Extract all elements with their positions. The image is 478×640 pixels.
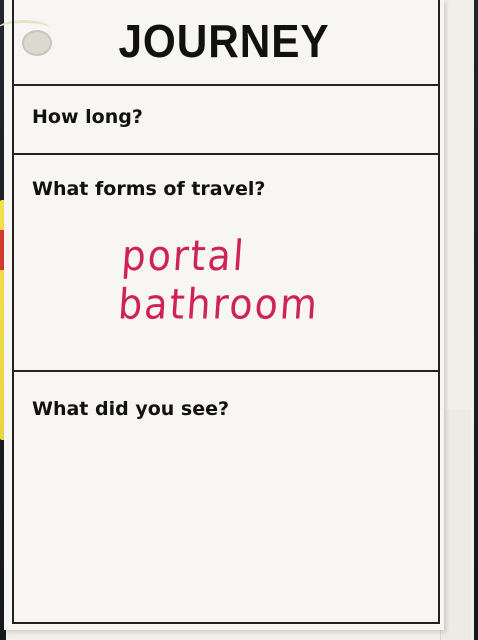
divider bbox=[12, 153, 440, 155]
divider bbox=[12, 84, 440, 86]
question-what-did-you-see: What did you see? bbox=[32, 398, 230, 420]
divider bbox=[12, 370, 440, 372]
journey-card: JOURNEY How long? What forms of travel? … bbox=[0, 0, 444, 630]
handwritten-answer: portal bathroom bbox=[116, 231, 321, 329]
card-stack-edge bbox=[440, 410, 471, 640]
question-how-long: How long? bbox=[32, 106, 143, 128]
question-forms-of-travel: What forms of travel? bbox=[32, 178, 266, 200]
card-title: JOURNEY bbox=[118, 15, 330, 67]
